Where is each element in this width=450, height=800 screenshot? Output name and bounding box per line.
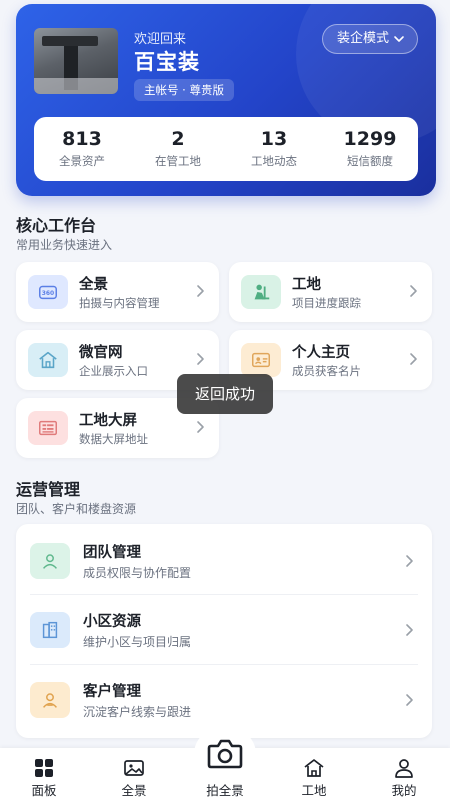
company-name: 百宝装 bbox=[134, 50, 200, 74]
operations-section-subtitle: 团队、客户和楼盘资源 bbox=[16, 502, 137, 516]
stat-label: 全景资产 bbox=[59, 154, 105, 168]
chevron-right-icon bbox=[410, 285, 417, 297]
chevron-right-icon bbox=[197, 353, 204, 365]
card-title: 全景 bbox=[79, 277, 108, 293]
mode-switch-button[interactable]: 装企模式 bbox=[321, 24, 418, 54]
operations-list: 团队管理 成员权限与协作配置 小区资源 维护小区与项目归属 客户管理 沉淀客户线… bbox=[16, 524, 432, 738]
nav-dashboard[interactable]: 面板 bbox=[4, 748, 84, 800]
stat-label: 短信额度 bbox=[347, 154, 393, 168]
operations-section-title: 运营管理 bbox=[16, 480, 81, 499]
stat-value: 813 bbox=[62, 128, 102, 150]
welcome-text: 欢迎回来 bbox=[134, 32, 187, 47]
card-title: 工地 bbox=[292, 277, 321, 293]
nav-label: 工地 bbox=[301, 783, 327, 798]
card-desc: 拍摄与内容管理 bbox=[79, 296, 160, 310]
chevron-right-icon bbox=[197, 421, 204, 433]
ops-item-desc: 沉淀客户线索与跟进 bbox=[83, 705, 192, 719]
chevron-right-icon bbox=[197, 285, 204, 297]
panorama-360-icon: 360 bbox=[28, 275, 68, 309]
stat-label: 工地动态 bbox=[251, 154, 297, 168]
capture-panorama-button[interactable] bbox=[194, 726, 256, 782]
card-title: 微官网 bbox=[79, 345, 123, 361]
building-icon bbox=[30, 612, 70, 648]
customer-icon bbox=[30, 682, 70, 718]
mode-switch-label: 装企模式 bbox=[336, 31, 389, 46]
stat-sms-quota[interactable]: 1299 短信额度 bbox=[322, 117, 418, 181]
core-section-title: 核心工作台 bbox=[16, 216, 97, 235]
ops-item-customer[interactable]: 客户管理 沉淀客户线索与跟进 bbox=[16, 665, 432, 735]
core-card-panorama[interactable]: 360 全景 拍摄与内容管理 bbox=[16, 262, 219, 322]
stat-managed-sites[interactable]: 2 在管工地 bbox=[130, 117, 226, 181]
ops-item-community[interactable]: 小区资源 维护小区与项目归属 bbox=[16, 595, 432, 665]
core-card-site[interactable]: 工地 项目进度跟踪 bbox=[229, 262, 432, 322]
user-icon bbox=[395, 759, 413, 778]
card-desc: 数据大屏地址 bbox=[79, 432, 148, 446]
stat-value: 1299 bbox=[343, 128, 397, 150]
construction-worker-icon bbox=[241, 275, 281, 309]
team-icon bbox=[30, 543, 70, 579]
svg-text:360: 360 bbox=[42, 290, 54, 297]
ops-item-team[interactable]: 团队管理 成员权限与协作配置 bbox=[16, 526, 432, 596]
data-screen-icon bbox=[28, 411, 68, 445]
nav-label: 我的 bbox=[391, 783, 417, 798]
company-avatar[interactable] bbox=[34, 28, 118, 94]
core-section-subtitle: 常用业务快速进入 bbox=[16, 238, 113, 252]
card-desc: 企业展示入口 bbox=[79, 364, 148, 378]
card-desc: 项目进度跟踪 bbox=[292, 296, 361, 310]
card-title: 工地大屏 bbox=[79, 413, 137, 429]
dashboard-grid-icon bbox=[35, 759, 53, 777]
profile-card-icon bbox=[241, 343, 281, 377]
ops-item-desc: 维护小区与项目归属 bbox=[83, 635, 192, 649]
stat-value: 2 bbox=[171, 128, 185, 150]
account-badge: 主帐号 · 尊贵版 bbox=[134, 79, 234, 101]
toast-message: 返回成功 bbox=[177, 374, 273, 414]
stat-value: 13 bbox=[260, 128, 288, 150]
nav-site[interactable]: 工地 bbox=[274, 748, 354, 800]
card-desc: 成员获客名片 bbox=[292, 364, 361, 378]
home-icon bbox=[304, 759, 324, 777]
stat-panorama-assets[interactable]: 813 全景资产 bbox=[34, 117, 130, 181]
chevron-down-icon bbox=[394, 36, 404, 42]
stat-label: 在管工地 bbox=[155, 154, 201, 168]
ops-item-title: 客户管理 bbox=[83, 684, 141, 700]
account-header-card: 欢迎回来 百宝装 主帐号 · 尊贵版 装企模式 813 全景资产 2 在管工地 … bbox=[16, 4, 436, 196]
ops-item-title: 小区资源 bbox=[83, 614, 141, 630]
nav-label: 全景 bbox=[121, 783, 147, 798]
nav-label: 面板 bbox=[31, 783, 57, 798]
ops-item-desc: 成员权限与协作配置 bbox=[83, 566, 192, 580]
card-title: 个人主页 bbox=[292, 345, 350, 361]
nav-mine[interactable]: 我的 bbox=[364, 748, 444, 800]
nav-panorama[interactable]: 全景 bbox=[94, 748, 174, 800]
camera-icon bbox=[207, 739, 243, 769]
capture-panorama-label: 拍全景 bbox=[206, 783, 244, 798]
chevron-right-icon bbox=[406, 624, 413, 636]
stats-panel: 813 全景资产 2 在管工地 13 工地动态 1299 短信额度 bbox=[34, 117, 418, 181]
image-icon bbox=[124, 760, 144, 776]
home-icon bbox=[28, 343, 68, 377]
chevron-right-icon bbox=[406, 694, 413, 706]
chevron-right-icon bbox=[406, 555, 413, 567]
ops-item-title: 团队管理 bbox=[83, 545, 141, 561]
stat-site-updates[interactable]: 13 工地动态 bbox=[226, 117, 322, 181]
chevron-right-icon bbox=[410, 353, 417, 365]
